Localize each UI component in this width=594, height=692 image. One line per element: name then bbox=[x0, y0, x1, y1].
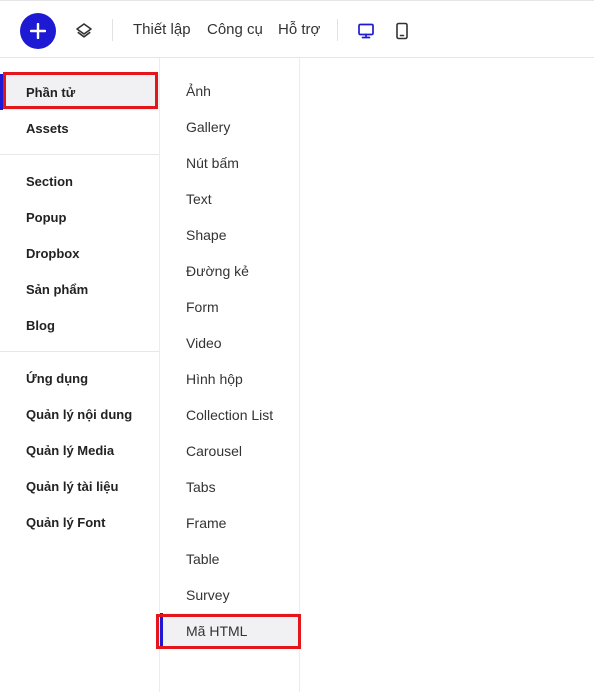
sidebar-item-label: Quản lý tài liệu bbox=[26, 478, 119, 494]
element-item-label: Video bbox=[186, 335, 222, 351]
element-item-collection-list[interactable]: Collection List bbox=[160, 397, 299, 433]
sidebar-item-label: Section bbox=[26, 173, 73, 189]
menu-tools[interactable]: Công cụ bbox=[207, 21, 263, 38]
top-toolbar: Thiết lập Công cụ Hỗ trợ bbox=[0, 0, 594, 58]
element-item-label: Hình hộp bbox=[186, 371, 243, 387]
sidebar-item-font-management[interactable]: Quản lý Font bbox=[0, 504, 159, 540]
sidebar-item-blog[interactable]: Blog bbox=[0, 307, 159, 343]
sidebar-item-label: Quản lý nội dung bbox=[26, 406, 133, 422]
sidebar-divider bbox=[0, 154, 159, 155]
active-indicator bbox=[0, 74, 3, 110]
menu-settings[interactable]: Thiết lập bbox=[133, 21, 191, 38]
desktop-view-button[interactable] bbox=[355, 20, 377, 42]
element-item-label: Đường kẻ bbox=[186, 263, 249, 279]
element-item-table[interactable]: Table bbox=[160, 541, 299, 577]
layers-button[interactable] bbox=[73, 20, 95, 42]
sidebar-item-document-management[interactable]: Quản lý tài liệu bbox=[0, 468, 159, 504]
element-item-html-code[interactable]: Mã HTML bbox=[160, 613, 299, 649]
sidebar-item-products[interactable]: Sản phẩm bbox=[0, 271, 159, 307]
sidebar-item-label: Ứng dụng bbox=[26, 370, 89, 386]
element-item-box[interactable]: Hình hộp bbox=[160, 361, 299, 397]
element-item-label: Text bbox=[186, 191, 212, 207]
sidebar-item-section[interactable]: Section bbox=[0, 163, 159, 199]
sidebar-item-label: Quản lý Media bbox=[26, 442, 115, 458]
menu-help[interactable]: Hỗ trợ bbox=[278, 21, 320, 38]
elements-panel: Ảnh Gallery Nút bấm Text Shape Đường kẻ … bbox=[160, 58, 300, 692]
sidebar-item-popup[interactable]: Popup bbox=[0, 199, 159, 235]
element-item-label: Survey bbox=[186, 587, 230, 603]
element-item-label: Frame bbox=[186, 515, 227, 531]
element-item-label: Gallery bbox=[186, 119, 231, 135]
element-item-label: Mã HTML bbox=[186, 623, 248, 639]
sidebar: Phần tử Assets Section Popup Dropbox Sản… bbox=[0, 58, 160, 692]
element-item-tabs[interactable]: Tabs bbox=[160, 469, 299, 505]
element-item-frame[interactable]: Frame bbox=[160, 505, 299, 541]
element-item-text[interactable]: Text bbox=[160, 181, 299, 217]
element-item-shape[interactable]: Shape bbox=[160, 217, 299, 253]
layers-icon bbox=[76, 23, 92, 38]
plus-icon bbox=[30, 23, 46, 39]
tablet-icon bbox=[396, 22, 408, 40]
element-item-label: Form bbox=[186, 299, 219, 315]
element-item-label: Shape bbox=[186, 227, 227, 243]
toolbar-separator bbox=[337, 19, 338, 41]
element-item-gallery[interactable]: Gallery bbox=[160, 109, 299, 145]
element-item-video[interactable]: Video bbox=[160, 325, 299, 361]
sidebar-divider bbox=[0, 351, 159, 352]
sidebar-item-label: Blog bbox=[26, 317, 55, 333]
element-item-label: Tabs bbox=[186, 479, 216, 495]
sidebar-item-label: Assets bbox=[26, 120, 69, 136]
sidebar-item-label: Quản lý Font bbox=[26, 514, 106, 530]
element-item-survey[interactable]: Survey bbox=[160, 577, 299, 613]
sidebar-item-label: Sản phẩm bbox=[26, 281, 89, 297]
element-item-form[interactable]: Form bbox=[160, 289, 299, 325]
tablet-view-button[interactable] bbox=[391, 20, 413, 42]
sidebar-item-media-management[interactable]: Quản lý Media bbox=[0, 432, 159, 468]
add-element-button[interactable] bbox=[20, 13, 56, 49]
sidebar-item-label: Popup bbox=[26, 209, 67, 225]
sidebar-item-content-management[interactable]: Quản lý nội dung bbox=[0, 396, 159, 432]
sidebar-item-dropbox[interactable]: Dropbox bbox=[0, 235, 159, 271]
element-item-label: Nút bấm bbox=[186, 155, 239, 171]
element-item-button[interactable]: Nút bấm bbox=[160, 145, 299, 181]
element-item-carousel[interactable]: Carousel bbox=[160, 433, 299, 469]
sidebar-item-elements[interactable]: Phần tử bbox=[0, 74, 159, 110]
element-item-line[interactable]: Đường kẻ bbox=[160, 253, 299, 289]
element-item-label: Collection List bbox=[186, 407, 274, 423]
element-item-label: Ảnh bbox=[186, 83, 211, 99]
sidebar-item-label: Dropbox bbox=[26, 245, 80, 261]
element-item-label: Carousel bbox=[186, 443, 243, 459]
sidebar-item-label: Phần tử bbox=[26, 84, 76, 100]
element-item-image[interactable]: Ảnh bbox=[160, 73, 299, 109]
active-indicator bbox=[160, 613, 163, 649]
element-item-label: Table bbox=[186, 551, 220, 567]
sidebar-item-assets[interactable]: Assets bbox=[0, 110, 159, 146]
sidebar-item-apps[interactable]: Ứng dụng bbox=[0, 360, 159, 396]
toolbar-separator bbox=[112, 19, 113, 41]
desktop-icon bbox=[358, 23, 374, 39]
